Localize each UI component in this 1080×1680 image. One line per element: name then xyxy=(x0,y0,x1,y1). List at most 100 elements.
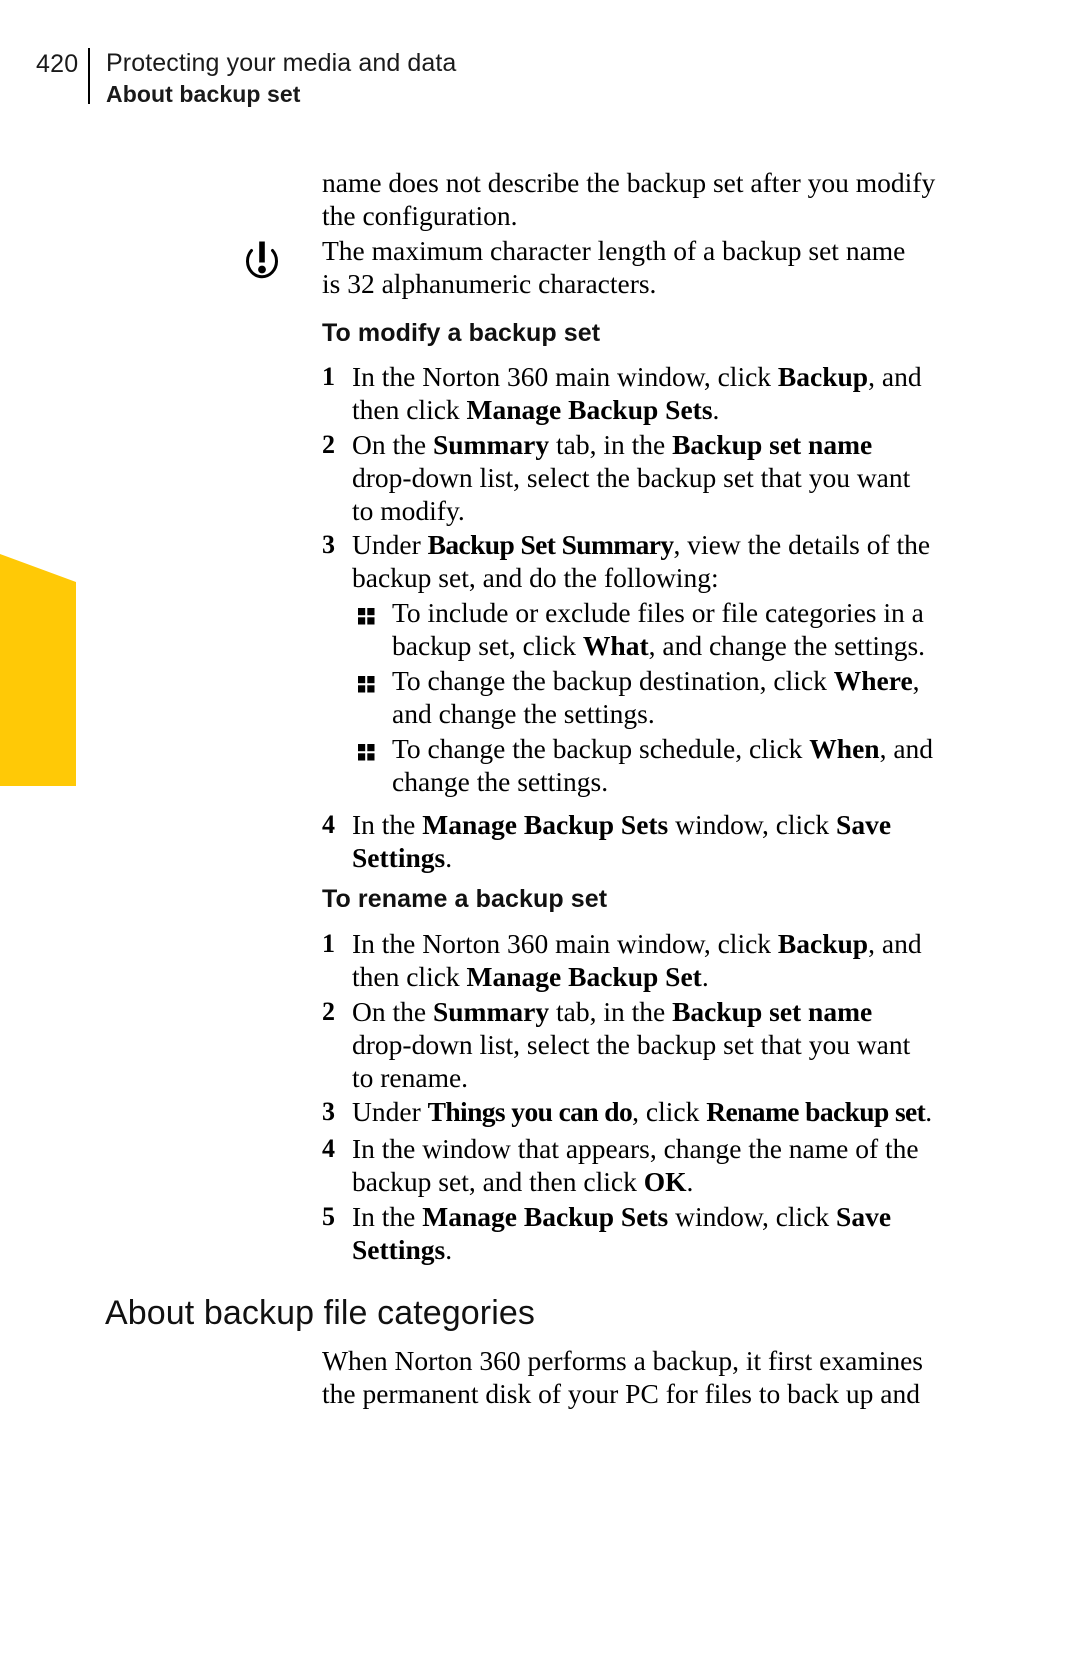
step-text-run: , view the details of the xyxy=(673,529,931,560)
step-number: 2 xyxy=(322,997,335,1026)
step-text: In the Manage Backup Sets window, click … xyxy=(352,808,891,874)
bullet-line-1: To include or exclude files or file cate… xyxy=(392,597,924,628)
ui-term-things-you-can-do: Things you can do xyxy=(427,1096,633,1127)
bullet-text-run: , and change the settings. xyxy=(648,630,926,661)
step-text-run: window, click xyxy=(668,1201,837,1232)
bullet-text: To change the backup destination, click … xyxy=(392,664,920,730)
step-text: In the Manage Backup Sets window, click … xyxy=(352,1200,891,1266)
ui-term-backup-set-summary: Backup Set Summary xyxy=(427,529,675,560)
page-number: 420 xyxy=(36,50,79,78)
ui-term-what: What xyxy=(582,630,649,661)
step-text-run: On the xyxy=(352,429,433,460)
categories-line-2: the permanent disk of your PC for files … xyxy=(322,1378,920,1409)
categories-line-1: When Norton 360 performs a backup, it fi… xyxy=(322,1345,924,1376)
step-line-1: In the Manage Backup Sets window, click … xyxy=(352,808,891,841)
step-line-3: to rename. xyxy=(352,1062,469,1093)
ui-term-backup: Backup xyxy=(777,928,869,959)
step-line-2: backup set, and then click OK. xyxy=(352,1165,919,1198)
step-text-run: . xyxy=(712,394,720,425)
intro-line-2: the configuration. xyxy=(322,200,518,231)
step-line-2: backup set, and do the following: xyxy=(352,562,719,593)
step-line-2: drop-down list, select the backup set th… xyxy=(352,1029,911,1060)
heading-to-modify-a-backup-set: To modify a backup set xyxy=(322,319,601,347)
page-header: 420 Protecting your media and data About… xyxy=(36,48,456,109)
step-text: In the Norton 360 main window, click Bac… xyxy=(352,927,922,993)
modify-step-1: 1 In the Norton 360 main window, click B… xyxy=(322,360,952,426)
header-titles: Protecting your media and data About bac… xyxy=(106,48,456,109)
step-line-1: On the Summary tab, in the Backup set na… xyxy=(352,428,910,461)
intro-paragraph: name does not describe the backup set af… xyxy=(322,166,942,232)
step-text: Under Backup Set Summary, view the detai… xyxy=(352,528,930,594)
rename-step-1: 1 In the Norton 360 main window, click B… xyxy=(322,927,962,993)
step-text-run: In the Norton 360 main window, click xyxy=(352,928,778,959)
bullet-text-run: backup set, click xyxy=(392,630,583,661)
step-text: In the Norton 360 main window, click Bac… xyxy=(352,360,922,426)
step-text: Under Things you can do, click Rename ba… xyxy=(352,1095,932,1128)
ui-term-manage-backup-sets: Manage Backup Sets xyxy=(422,1201,669,1232)
ui-term-manage-backup-sets: Manage Backup Sets xyxy=(422,809,669,840)
ui-term-manage-backup-set: Manage Backup Set xyxy=(466,961,702,992)
step-line-1: Under Backup Set Summary, view the detai… xyxy=(352,528,930,561)
bullet-line-1: To change the backup schedule, click Whe… xyxy=(392,732,933,765)
bullet-text: To include or exclude files or file cate… xyxy=(392,596,925,662)
header-divider-rule xyxy=(88,48,90,104)
step-text-run: , and xyxy=(868,361,922,392)
step-number: 3 xyxy=(322,530,335,559)
step-number: 5 xyxy=(322,1202,335,1231)
ui-term-backup: Backup xyxy=(777,361,869,392)
modify-bullet-1: To include or exclude files or file cate… xyxy=(358,596,958,662)
rename-step-4: 4 In the window that appears, change the… xyxy=(322,1132,962,1198)
note-line-1: The maximum character length of a backup… xyxy=(322,235,906,266)
chapter-title: Protecting your media and data xyxy=(106,49,457,77)
step-text-run: , and xyxy=(868,928,922,959)
bullet-line-1: To change the backup destination, click … xyxy=(392,664,920,697)
intro-line-1: name does not describe the backup set af… xyxy=(322,167,936,198)
bullet-text: To change the backup schedule, click Whe… xyxy=(392,732,933,798)
ui-term-manage-backup-sets: Manage Backup Sets xyxy=(466,394,713,425)
rename-step-2: 2 On the Summary tab, in the Backup set … xyxy=(322,995,962,1094)
step-line-2: Settings. xyxy=(352,841,891,874)
step-line-2: then click Manage Backup Sets. xyxy=(352,393,922,426)
ui-term-where: Where xyxy=(833,665,913,696)
bullet-text-run: To change the backup schedule, click xyxy=(392,733,810,764)
step-text-run: In the xyxy=(352,809,423,840)
step-text-run: In the Norton 360 main window, click xyxy=(352,361,778,392)
step-text-run: tab, in the xyxy=(549,429,673,460)
step-text: On the Summary tab, in the Backup set na… xyxy=(352,995,910,1094)
bullet-text-run: To change the backup destination, click xyxy=(392,665,834,696)
step-line-2: drop-down list, select the backup set th… xyxy=(352,462,911,493)
ui-term-settings: Settings xyxy=(352,1234,446,1265)
step-line-1: In the Norton 360 main window, click Bac… xyxy=(352,360,922,393)
ui-term-backup-set-name: Backup set name xyxy=(672,996,873,1027)
step-text-run: . xyxy=(686,1166,694,1197)
step-text-run: then click xyxy=(352,394,467,425)
heading-to-rename-a-backup-set: To rename a backup set xyxy=(322,885,608,913)
heading-about-backup-file-categories: About backup file categories xyxy=(105,1294,535,1332)
step-text-run: window, click xyxy=(668,809,837,840)
bullet-line-2: backup set, click What, and change the s… xyxy=(392,629,925,662)
step-number: 3 xyxy=(322,1097,335,1126)
chapter-thumb-tab xyxy=(0,554,76,786)
bullet-line-2: and change the settings. xyxy=(392,698,655,729)
step-number: 2 xyxy=(322,430,335,459)
ui-term-backup-set-name: Backup set name xyxy=(672,429,873,460)
step-text-run: In the xyxy=(352,1201,423,1232)
quad-square-bullet-icon xyxy=(358,596,392,625)
step-line-1: In the Norton 360 main window, click Bac… xyxy=(352,927,922,960)
step-number: 1 xyxy=(322,929,335,958)
modify-bullet-3: To change the backup schedule, click Whe… xyxy=(358,732,958,798)
rename-step-5: 5 In the Manage Backup Sets window, clic… xyxy=(322,1200,962,1266)
quad-square-bullet-icon xyxy=(358,664,392,693)
ui-term-save: Save xyxy=(836,809,892,840)
ui-term-rename-backup-set: Rename backup set xyxy=(706,1096,926,1127)
ui-term-when: When xyxy=(809,733,880,764)
step-line-2: then click Manage Backup Set. xyxy=(352,960,922,993)
section-title: About backup set xyxy=(106,81,301,107)
modify-step-2: 2 On the Summary tab, in the Backup set … xyxy=(322,428,952,527)
step-text-run: Under xyxy=(352,1096,428,1127)
categories-paragraph: When Norton 360 performs a backup, it fi… xyxy=(322,1344,952,1410)
note-line-2: is 32 alphanumeric characters. xyxy=(322,268,657,299)
step-number: 4 xyxy=(322,1134,335,1163)
note-paragraph: The maximum character length of a backup… xyxy=(322,234,942,300)
step-text-run: . xyxy=(445,842,453,873)
